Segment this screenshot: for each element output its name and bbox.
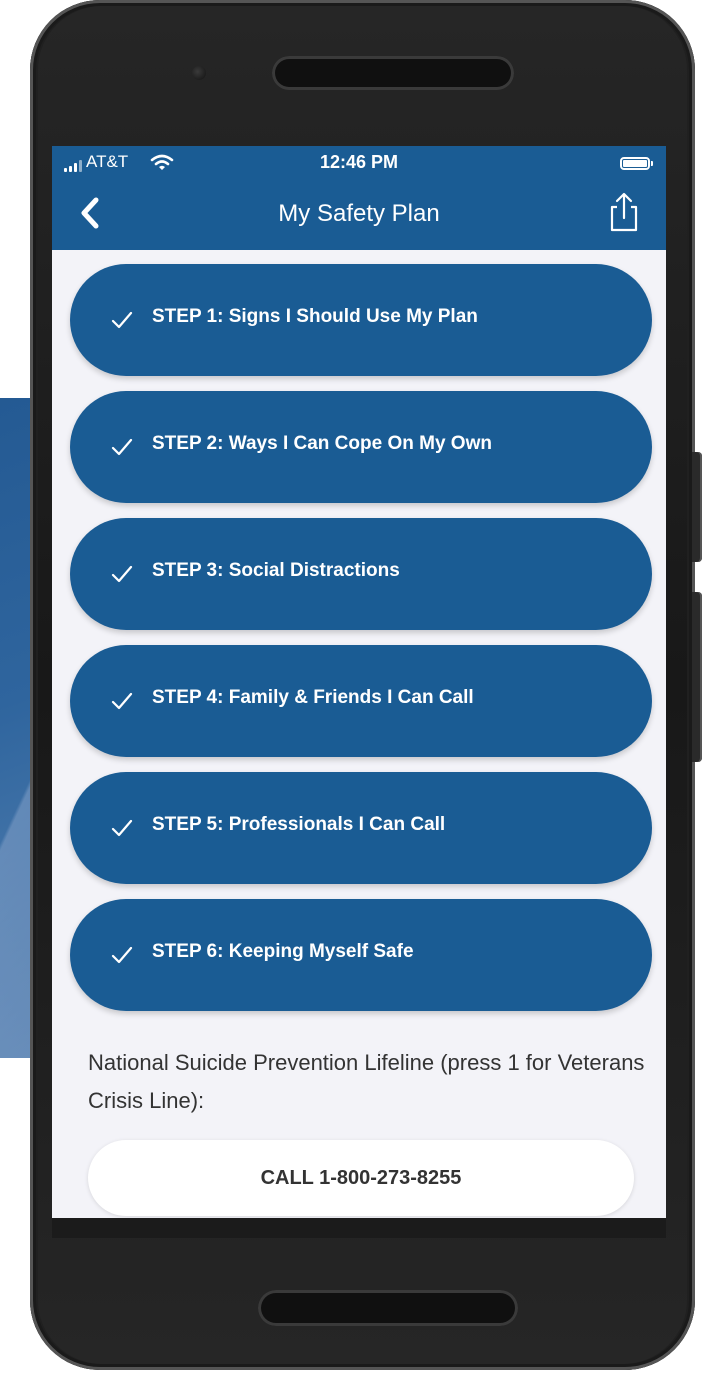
step-button-4[interactable]: STEP 4: Family & Friends I Can Call [70,645,652,757]
step-button-1[interactable]: STEP 1: Signs I Should Use My Plan [70,264,652,376]
status-bar: AT&T 12:46 PM [52,146,666,186]
power-button [692,592,702,762]
app-screen: AT&T 12:46 PM My Safety Plan STEP 1: Sig… [52,146,666,1238]
step-label: STEP 5: Professionals I Can Call [152,814,446,835]
checkmark-icon [111,565,133,583]
step-button-5[interactable]: STEP 5: Professionals I Can Call [70,772,652,884]
step-label: STEP 3: Social Distractions [152,560,400,581]
bottom-speaker [258,1290,518,1326]
share-button[interactable] [604,190,644,234]
lifeline-description: National Suicide Prevention Lifeline (pr… [88,1050,645,1113]
checkmark-icon [111,946,133,964]
step-label: STEP 4: Family & Friends I Can Call [152,687,474,708]
call-lifeline-button[interactable]: CALL 1-800-273-8255 [88,1140,634,1216]
step-label: STEP 2: Ways I Can Cope On My Own [152,433,492,454]
volume-button [692,452,702,562]
nav-bar: My Safety Plan [52,186,666,250]
status-time: 12:46 PM [319,152,399,172]
step-button-6[interactable]: STEP 6: Keeping Myself Safe [70,899,652,1011]
checkmark-icon [111,819,133,837]
screen-bottom-edge [52,1218,666,1238]
step-button-3[interactable]: STEP 3: Social Distractions [70,518,652,630]
battery-icon [620,157,653,170]
step-label: STEP 1: Signs I Should Use My Plan [152,306,478,327]
checkmark-icon [111,438,133,456]
share-icon [610,192,638,232]
front-camera [192,66,206,80]
checkmark-icon [111,311,133,329]
app-header: AT&T 12:46 PM My Safety Plan [52,146,666,250]
step-button-2[interactable]: STEP 2: Ways I Can Cope On My Own [70,391,652,503]
checkmark-icon [111,692,133,710]
top-speaker [272,56,514,90]
step-label: STEP 6: Keeping Myself Safe [152,941,414,962]
page-title: My Safety Plan [278,200,440,227]
